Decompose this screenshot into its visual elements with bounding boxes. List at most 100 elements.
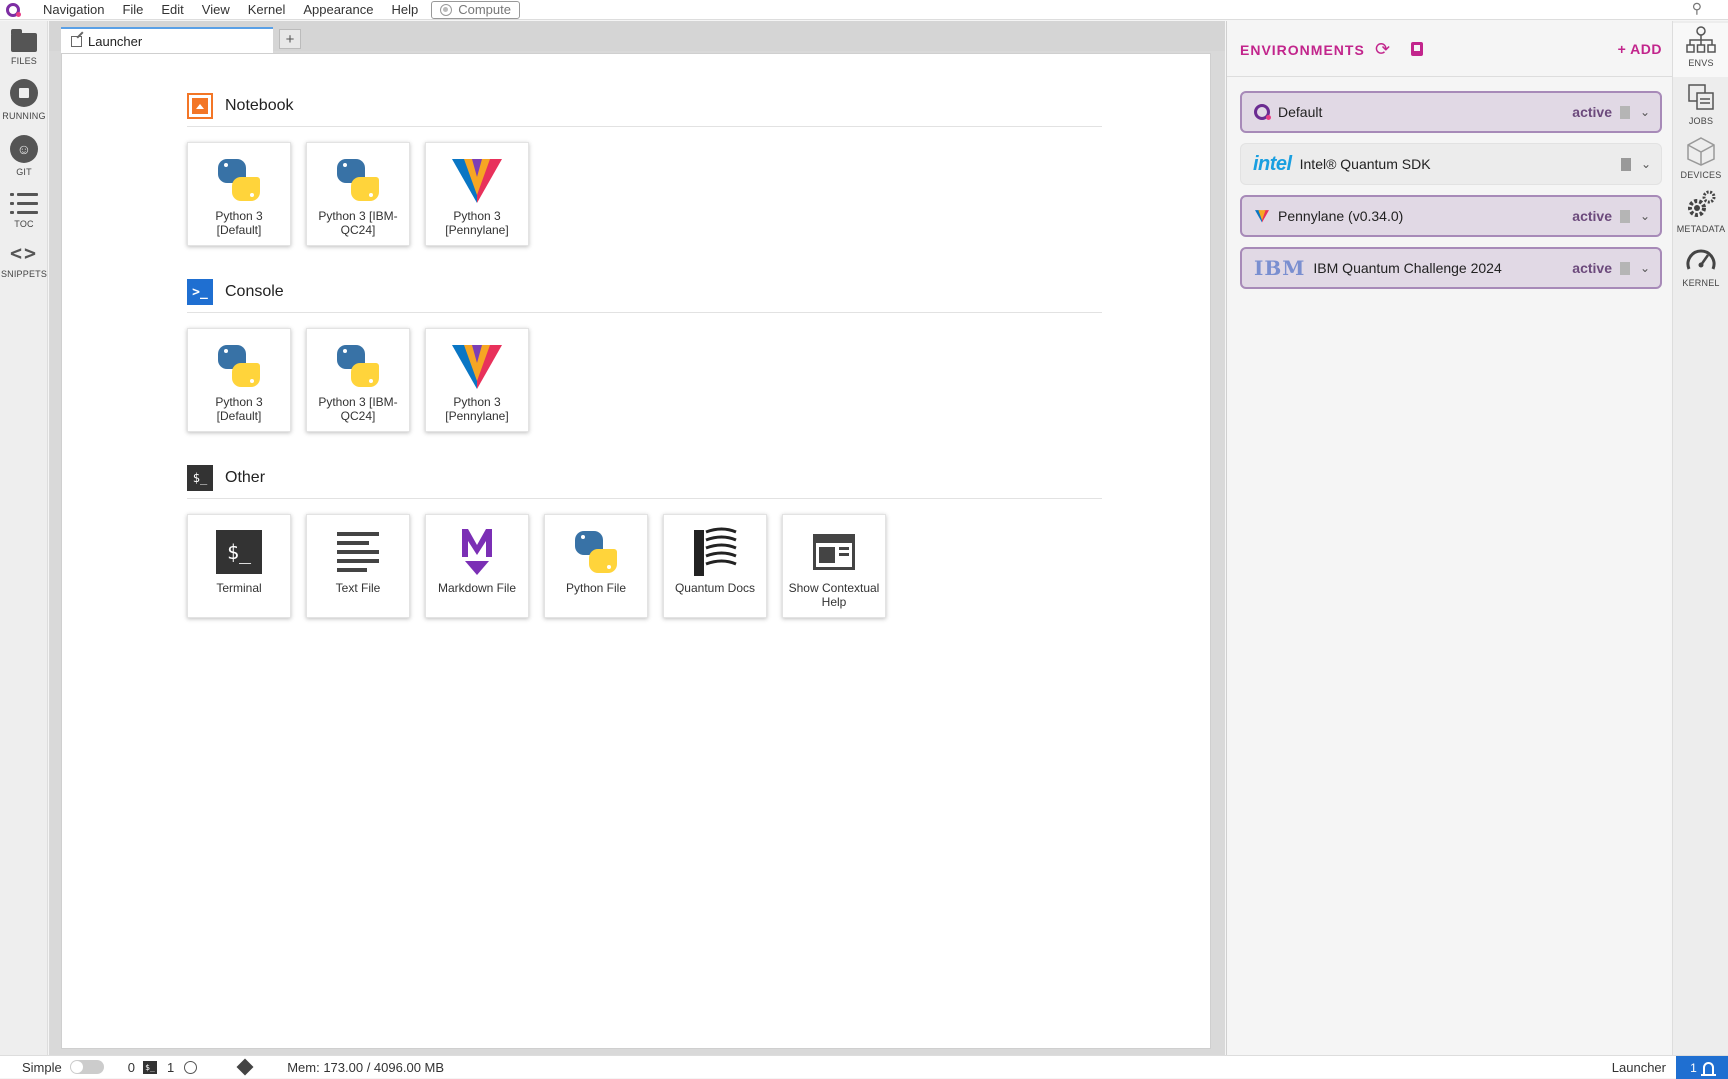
terminal-icon: $_ [216,530,262,574]
section-divider [187,498,1102,499]
compute-button[interactable]: Compute [431,0,520,19]
card-label: Python 3 [Pennylane] [445,209,509,237]
notebook-card-python-default[interactable]: Python 3 [Default] [187,142,291,246]
python-icon [216,343,262,389]
git-branch-icon[interactable] [236,1058,254,1076]
section-other-title: Other [225,469,266,486]
book-icon[interactable] [1411,42,1423,56]
pennylane-icon [452,345,502,389]
tab-launcher[interactable]: Launcher [61,27,273,53]
envs-icon [1686,26,1716,53]
env-item-pennylane[interactable]: Pennylane (v0.34.0) active ⌄ [1240,195,1662,237]
add-tab-button[interactable]: + [279,29,301,49]
console-icon: >_ [187,279,213,305]
menu-file[interactable]: File [113,0,152,20]
menu-navigation[interactable]: Navigation [34,0,113,20]
menu-appearance[interactable]: Appearance [294,0,382,20]
menu-kernel[interactable]: Kernel [239,0,295,20]
other-card-terminal[interactable]: $_ Terminal [187,514,291,618]
kernel-count[interactable]: 1 [167,1060,174,1075]
env-item-intel[interactable]: intel Intel® Quantum SDK ⌄ [1240,143,1662,185]
add-environment-button[interactable]: + ADD [1618,41,1662,57]
console-card-python-pennylane[interactable]: Python 3 [Pennylane] [425,328,529,432]
environments-panel: ENVIRONMENTS ⟳ + ADD Default active ⌄ in… [1226,21,1673,1055]
user-search-icon[interactable]: ⚲ [1692,0,1702,17]
gauge-icon [1686,249,1716,270]
console-card-python-default[interactable]: Python 3 [Default] [187,328,291,432]
bookmark-icon[interactable] [1621,157,1631,171]
card-label: Python File [565,581,627,595]
chevron-down-icon[interactable]: ⌄ [1640,209,1650,223]
env-name: Default [1278,104,1323,120]
env-name: Pennylane (v0.34.0) [1278,208,1404,224]
menu-bar: Navigation File Edit View Kernel Appeara… [0,0,1728,20]
sidebar-item-metadata[interactable]: METADATA [1673,189,1728,234]
notifications-button[interactable]: 1 [1676,1056,1728,1079]
sidebar-label-envs: ENVS [1688,58,1714,68]
sidebar-item-envs[interactable]: ENVS [1673,23,1728,77]
sidebar-item-kernel[interactable]: KERNEL [1673,245,1728,288]
status-bar: Simple 0 $_ 1 Mem: 173.00 / 4096.00 MB L… [0,1055,1728,1079]
bookmark-icon[interactable] [1620,261,1630,275]
other-card-text-file[interactable]: Text File [306,514,410,618]
bookmark-icon[interactable] [1620,105,1630,119]
section-console: >_ Console [187,279,284,305]
compute-label: Compute [458,2,511,17]
chevron-down-icon[interactable]: ⌄ [1641,157,1651,171]
terminal-count[interactable]: 0 [128,1060,135,1075]
card-label: Terminal [216,581,262,595]
python-icon [573,529,619,575]
gear-icon [1688,190,1716,217]
section-other: $_ Other [187,465,265,491]
folder-icon [11,29,37,52]
app-logo-icon [2,0,24,20]
menu-edit[interactable]: Edit [152,0,192,20]
tab-launcher-label: Launcher [88,33,143,49]
status-badge: active [1572,208,1612,224]
refresh-icon[interactable]: ⟳ [1375,39,1390,60]
sidebar-label-snippets: SNIPPETS [0,269,48,279]
sidebar-label-devices: DEVICES [1680,170,1722,180]
terminal-icon: $_ [142,1060,157,1074]
devices-icon [1687,137,1715,166]
tab-bar: Launcher + [49,21,1225,53]
sidebar-label-files: FILES [10,56,37,66]
sidebar-label-running: RUNNING [2,111,46,121]
sidebar-item-toc[interactable]: TOC [0,193,48,229]
notebook-card-python-pennylane[interactable]: Python 3 [Pennylane] [425,142,529,246]
section-notebook-title: Notebook [225,97,294,114]
simple-mode-toggle[interactable] [69,1060,104,1074]
env-name: Intel® Quantum SDK [1299,156,1431,172]
env-item-ibm-qc24[interactable]: IBM IBM Quantum Challenge 2024 active ⌄ [1240,247,1662,289]
sidebar-item-running[interactable]: RUNNING [0,79,48,121]
sidebar-item-git[interactable]: ☺ GIT [0,135,48,177]
status-badge: active [1572,260,1612,276]
bookmark-icon[interactable] [1620,209,1630,223]
snippets-icon: <> [9,241,39,265]
console-card-python-ibm-qc24[interactable]: Python 3 [IBM-QC24] [306,328,410,432]
section-notebook: Notebook [187,93,294,119]
sidebar-item-jobs[interactable]: JOBS [1673,81,1728,126]
sidebar-item-files[interactable]: FILES [0,29,48,66]
pennylane-icon [452,159,502,203]
card-label: Python 3 [Default] [215,395,263,423]
environments-header: ENVIRONMENTS ⟳ + ADD [1227,21,1673,77]
other-card-python-file[interactable]: Python File [544,514,648,618]
card-label: Python 3 [Pennylane] [445,395,509,423]
memory-usage: Mem: 173.00 / 4096.00 MB [287,1059,445,1075]
sidebar-item-snippets[interactable]: <> SNIPPETS [0,241,48,279]
card-label: Python 3 [Default] [215,209,263,237]
menu-view[interactable]: View [193,0,239,20]
kernel-icon [184,1060,198,1074]
env-item-default[interactable]: Default active ⌄ [1240,91,1662,133]
environments-title: ENVIRONMENTS [1240,42,1365,58]
notebook-card-python-ibm-qc24[interactable]: Python 3 [IBM-QC24] [306,142,410,246]
sidebar-item-devices[interactable]: DEVICES [1673,135,1728,180]
chevron-down-icon[interactable]: ⌄ [1640,105,1650,119]
menu-help[interactable]: Help [382,0,427,20]
section-divider [187,312,1102,313]
chevron-down-icon[interactable]: ⌄ [1640,261,1650,275]
other-card-contextual-help[interactable]: Show Contextual Help [782,514,886,618]
other-card-markdown-file[interactable]: Markdown File [425,514,529,618]
other-card-quantum-docs[interactable]: Quantum Docs [663,514,767,618]
